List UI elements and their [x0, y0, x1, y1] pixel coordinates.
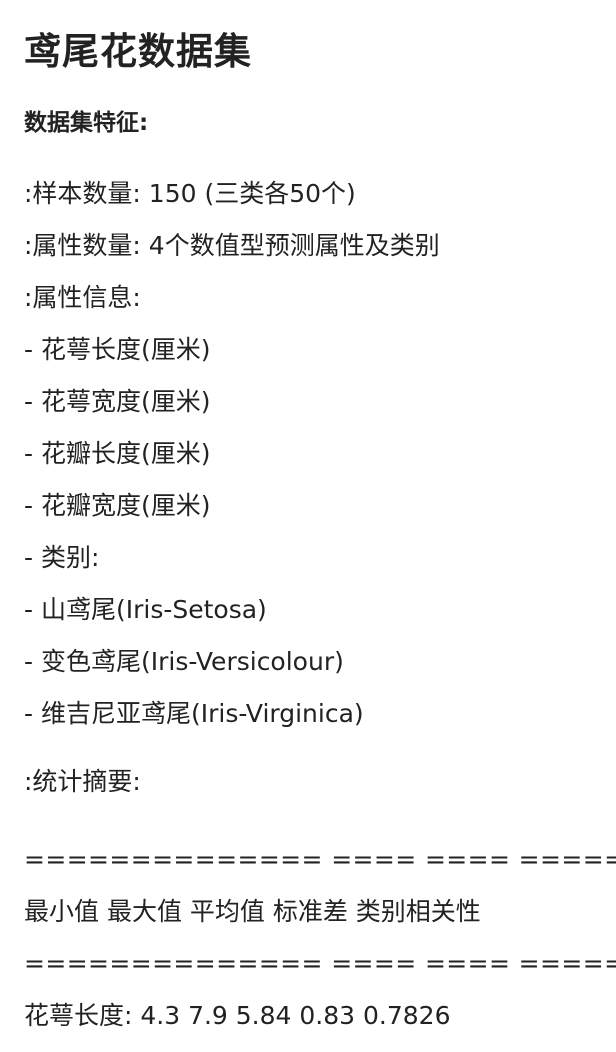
table-row: 花萼长度: 4.3 7.9 5.84 0.83 0.7826: [24, 1001, 451, 1030]
table-rule: ============== ==== ==== ======= ===== =…: [24, 845, 616, 874]
text-line: :属性信息:: [24, 283, 141, 312]
list-item: - 维吉尼亚鸢尾(Iris-Virginica): [24, 699, 364, 728]
characteristics-list: :样本数量: 150 (三类各50个) :属性数量: 4个数值型预测属性及类别 …: [24, 168, 616, 740]
list-item: - 类别:: [24, 543, 100, 572]
list-item: - 花萼宽度(厘米): [24, 387, 211, 416]
table-rule: ============== ==== ==== ======= ===== =…: [24, 949, 616, 978]
list-item: - 花萼长度(厘米): [24, 335, 211, 364]
summary-label: :统计摘要:: [24, 767, 141, 796]
text-line: :属性数量: 4个数值型预测属性及类别: [24, 231, 440, 260]
list-item: - 山鸢尾(Iris-Setosa): [24, 595, 267, 624]
document-page: 鸢尾花数据集 数据集特征: :样本数量: 150 (三类各50个) :属性数量:…: [0, 0, 616, 1052]
list-item: - 变色鸢尾(Iris-Versicolour): [24, 647, 344, 676]
list-item: - 花瓣长度(厘米): [24, 439, 211, 468]
section-heading: 数据集特征:: [24, 110, 149, 136]
text-line: :样本数量: 150 (三类各50个): [24, 179, 356, 208]
list-item: - 花瓣宽度(厘米): [24, 491, 211, 520]
table-header: 最小值 最大值 平均值 标准差 类别相关性: [24, 897, 481, 926]
summary-table: ============== ==== ==== ======= ===== =…: [24, 834, 616, 1042]
page-title: 鸢尾花数据集: [24, 30, 252, 73]
